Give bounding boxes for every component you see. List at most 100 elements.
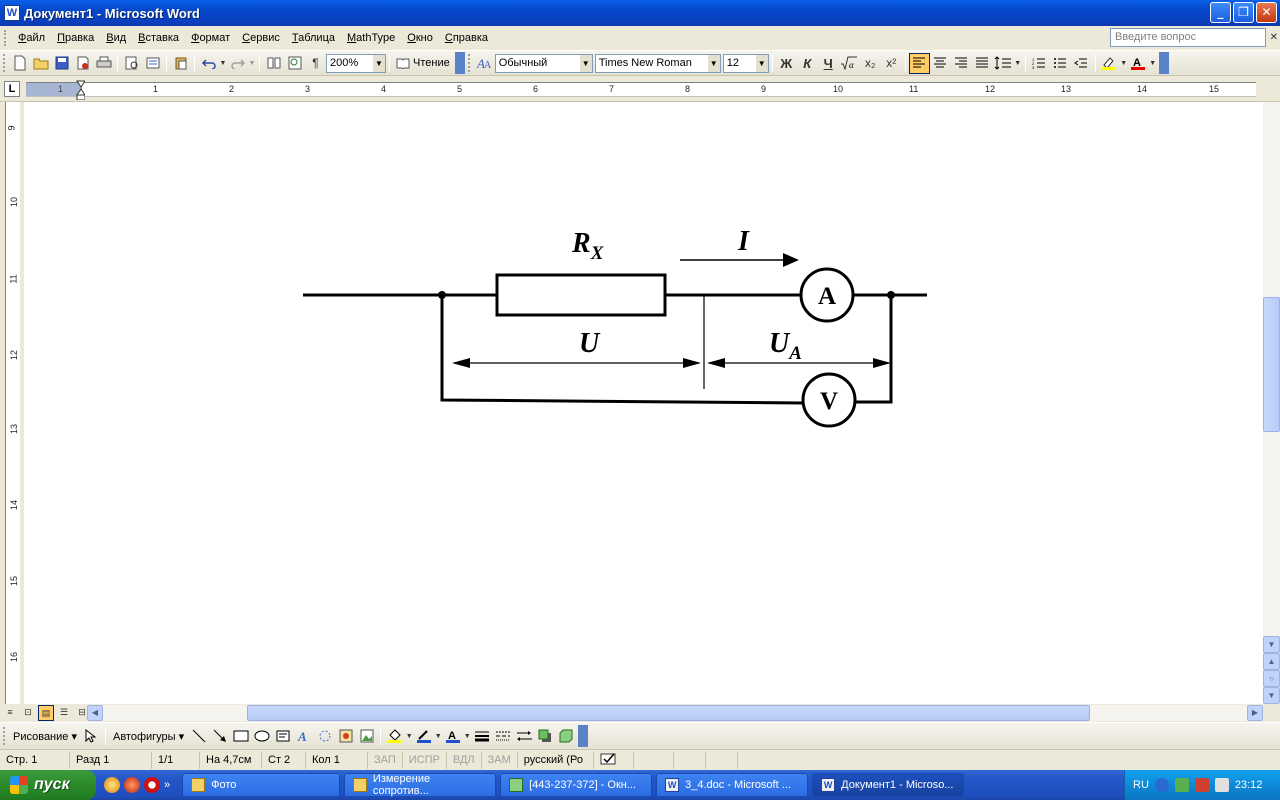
undo-icon[interactable]	[198, 53, 219, 74]
print-layout-icon[interactable]: ▤	[38, 705, 54, 721]
line-style-icon[interactable]	[471, 726, 492, 747]
taskbar-item-measurement-folder[interactable]: Измерение сопротив...	[344, 773, 497, 797]
toolbar-grip[interactable]	[3, 54, 6, 72]
document-page[interactable]: RX I A V U UA	[24, 102, 1263, 704]
zoom-select[interactable]: 200% ▼	[326, 53, 386, 73]
underline-button[interactable]: Ч	[818, 53, 839, 74]
network-icon[interactable]	[1174, 778, 1189, 792]
print-icon[interactable]	[93, 53, 114, 74]
close-document-button[interactable]: ✕	[1270, 32, 1278, 43]
toolbar-grip[interactable]	[467, 54, 471, 72]
undo-dropdown-icon[interactable]: ▼	[219, 53, 227, 74]
more-quick-launch-icon[interactable]: »	[164, 779, 170, 791]
vertical-ruler[interactable]: 9 10 11 12 13 14 15 16	[0, 102, 24, 704]
line-spacing-dropdown-icon[interactable]: ▼	[1014, 53, 1022, 74]
spelling-status-icon[interactable]	[594, 751, 634, 769]
taskbar-item-3-4-doc[interactable]: W 3_4.doc - Microsoft ...	[656, 773, 809, 797]
wordart-icon[interactable]: A	[293, 726, 314, 747]
line-spacing-icon[interactable]	[993, 53, 1014, 74]
fill-color-dropdown-icon[interactable]: ▼	[405, 726, 413, 747]
menu-file[interactable]: Файл	[12, 32, 51, 44]
permission-icon[interactable]	[72, 53, 93, 74]
open-folder-icon[interactable]	[30, 53, 51, 74]
scroll-right-button[interactable]: ▶	[1247, 705, 1263, 721]
toolbar-options-button[interactable]	[454, 52, 465, 74]
decrease-indent-icon[interactable]	[1071, 53, 1092, 74]
select-objects-icon[interactable]	[81, 726, 102, 747]
shadow-style-icon[interactable]	[534, 726, 555, 747]
insert-picture-icon[interactable]	[356, 726, 377, 747]
print-preview-icon[interactable]	[121, 53, 142, 74]
language-indicator[interactable]: RU	[1133, 779, 1149, 791]
normal-view-icon[interactable]: ≡	[2, 705, 18, 721]
toolbar-grip[interactable]	[3, 727, 6, 745]
media-player-icon[interactable]	[124, 777, 140, 793]
drawing-menu-button[interactable]: Рисование ▾	[9, 730, 81, 743]
browser-icon[interactable]	[104, 777, 120, 793]
clock[interactable]: 23:12	[1235, 779, 1263, 791]
status-overtype[interactable]: ЗАМ	[482, 751, 518, 769]
line-color-dropdown-icon[interactable]: ▼	[434, 726, 442, 747]
word-icon[interactable]: W	[4, 5, 20, 21]
redo-dropdown-icon[interactable]: ▼	[248, 53, 256, 74]
status-extend[interactable]: ВДЛ	[447, 751, 482, 769]
menu-table[interactable]: Таблица	[286, 32, 341, 44]
browse-object-button[interactable]: ○	[1263, 670, 1280, 687]
oval-tool-icon[interactable]	[251, 726, 272, 747]
taskbar-item-chat[interactable]: [443-237-372] - Окн...	[500, 773, 653, 797]
menu-grip[interactable]	[4, 30, 8, 46]
research-icon[interactable]	[142, 53, 163, 74]
clip-art-icon[interactable]	[335, 726, 356, 747]
document-map-icon[interactable]	[284, 53, 305, 74]
volume-icon[interactable]	[1214, 778, 1229, 792]
save-icon[interactable]	[51, 53, 72, 74]
justify-icon[interactable]	[972, 53, 993, 74]
fill-color-icon[interactable]	[384, 726, 405, 747]
menu-edit[interactable]: Правка	[51, 32, 100, 44]
align-center-icon[interactable]	[930, 53, 951, 74]
web-layout-icon[interactable]: ⊡	[20, 705, 36, 721]
font-size-select[interactable]: 12 ▼	[722, 53, 769, 73]
font-color-icon[interactable]: A	[1128, 53, 1149, 74]
arrow-style-icon[interactable]	[513, 726, 534, 747]
minimize-button[interactable]: _	[1210, 2, 1231, 23]
menu-tools[interactable]: Сервис	[236, 32, 286, 44]
styles-pane-icon[interactable]: AA	[474, 53, 495, 74]
3d-style-icon[interactable]	[555, 726, 576, 747]
redo-icon[interactable]	[227, 53, 248, 74]
taskbar-item-photo[interactable]: Фото	[182, 773, 341, 797]
new-document-icon[interactable]	[9, 53, 30, 74]
columns-icon[interactable]	[263, 53, 284, 74]
arrow-tool-icon[interactable]	[209, 726, 230, 747]
circuit-diagram[interactable]: RX I A V U UA	[24, 102, 1263, 704]
reading-mode-button[interactable]: Чтение	[393, 53, 453, 74]
start-button[interactable]: пуск	[0, 770, 96, 800]
taskbar-item-document1[interactable]: W Документ1 - Microso...	[812, 773, 965, 797]
font-color-icon[interactable]: A	[442, 726, 463, 747]
show-formatting-icon[interactable]: ¶	[305, 53, 326, 74]
line-color-icon[interactable]	[413, 726, 434, 747]
superscript-button[interactable]: x²	[881, 53, 902, 74]
menu-insert[interactable]: Вставка	[132, 32, 185, 44]
autoshapes-menu-button[interactable]: Автофигуры ▾	[109, 730, 188, 743]
opera-icon[interactable]	[144, 777, 160, 793]
toolbar-options-button[interactable]	[1158, 52, 1169, 74]
ruler-strip[interactable]: 1 1 2 3 4 5 6 7 8 9 10 11 12 13 14 15	[26, 82, 1256, 97]
menu-mathtype[interactable]: MathType	[341, 32, 401, 44]
font-select[interactable]: Times New Roman ▼	[594, 53, 721, 73]
horizontal-ruler[interactable]: L 1 1 2 3 4 5 6 7 8 9 10 11 12 13 14 15	[0, 76, 1280, 102]
toolbar-options-button[interactable]	[578, 725, 589, 747]
font-color-dropdown-icon[interactable]: ▼	[463, 726, 471, 747]
highlight-dropdown-icon[interactable]: ▼	[1120, 53, 1128, 74]
rectangle-tool-icon[interactable]	[230, 726, 251, 747]
paste-icon[interactable]	[170, 53, 191, 74]
security-icon[interactable]	[1194, 778, 1209, 792]
previous-page-button[interactable]: ▲	[1263, 653, 1280, 670]
menu-help[interactable]: Справка	[439, 32, 494, 44]
numbering-icon[interactable]: 123	[1029, 53, 1050, 74]
horizontal-scroll-thumb[interactable]	[247, 705, 1090, 721]
dash-style-icon[interactable]	[492, 726, 513, 747]
restore-button[interactable]: ❐	[1233, 2, 1254, 23]
vertical-scroll-thumb[interactable]	[1263, 297, 1280, 432]
back-arrow-icon[interactable]	[1154, 778, 1169, 792]
